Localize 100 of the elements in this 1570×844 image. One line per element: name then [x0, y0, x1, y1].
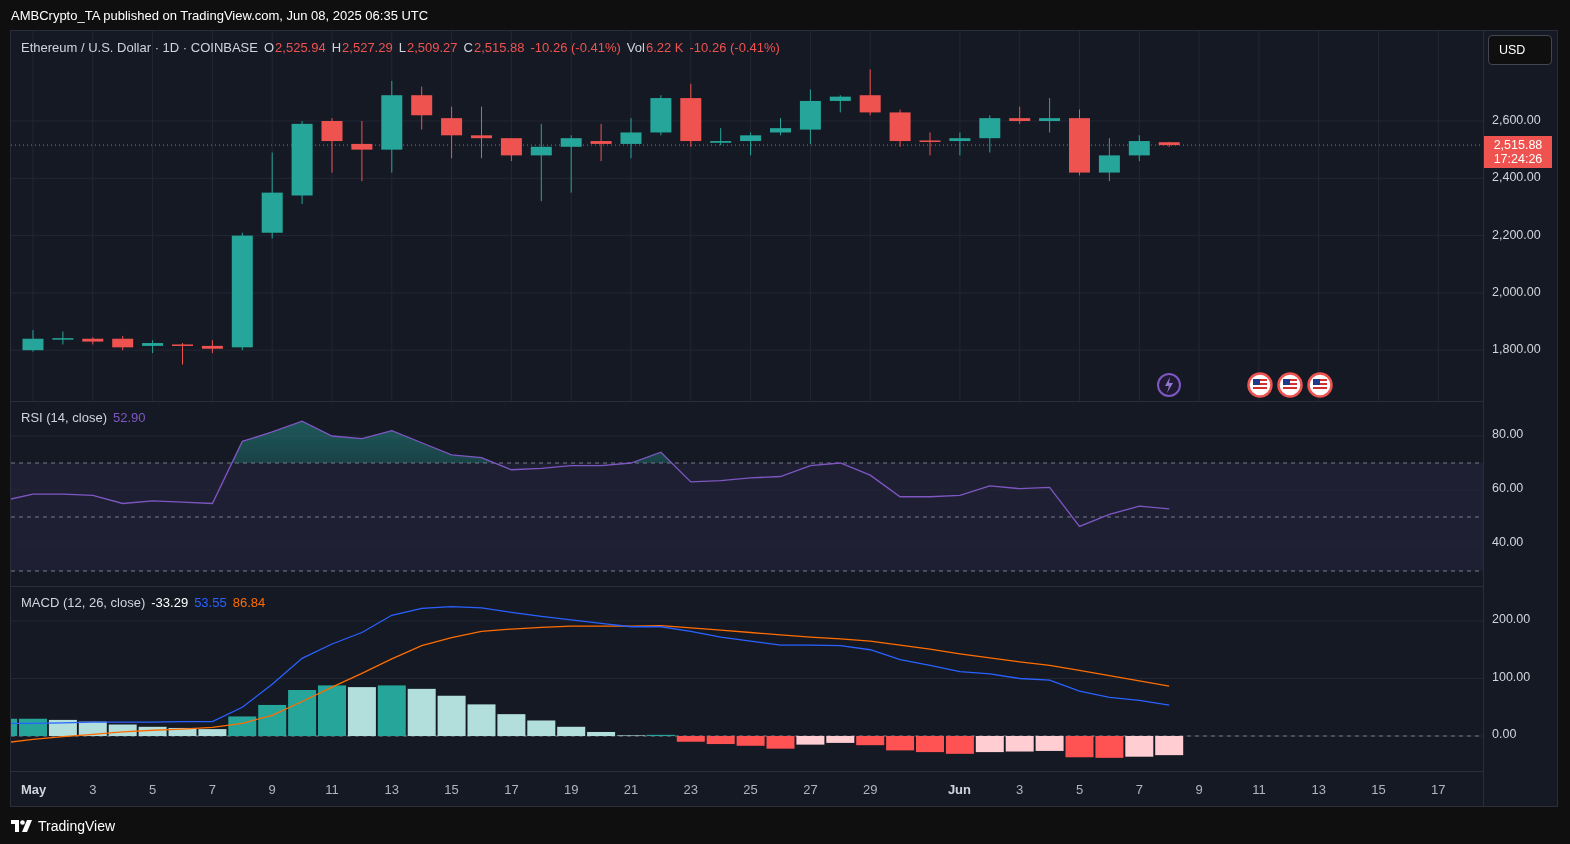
candle	[590, 123, 612, 162]
date-label: 7	[1135, 782, 1143, 797]
candle	[1039, 97, 1061, 133]
signal-value: 86.84	[232, 595, 266, 610]
candle	[471, 106, 492, 159]
ohlc-value: H2,527.29	[331, 40, 393, 55]
candle	[770, 117, 791, 136]
candle	[142, 339, 164, 354]
candle	[979, 114, 1001, 153]
histogram-bar	[1005, 736, 1034, 752]
date-label: 11	[325, 782, 339, 797]
flag-icon[interactable]	[1247, 372, 1273, 398]
rsi-axis-label: 40.00	[1492, 535, 1524, 549]
macd-axis-label: 100.00	[1492, 669, 1531, 684]
symbol-label: Ethereum / U.S. Dollar · 1D · COINBASE	[21, 40, 258, 55]
histogram-bar	[347, 687, 376, 736]
candle	[52, 331, 74, 345]
date-label: 19	[563, 782, 579, 797]
histogram-bar	[945, 736, 974, 754]
price-label: 2,200.00	[1492, 227, 1541, 242]
histogram-bar	[377, 685, 406, 736]
date-label: 23	[683, 782, 699, 797]
histogram-bar	[1155, 736, 1184, 756]
date-label: 29	[862, 782, 878, 797]
date-label: 5	[149, 782, 157, 797]
histogram-bar	[318, 685, 346, 736]
histogram-bar	[138, 726, 167, 736]
logo-icon	[11, 819, 33, 832]
candle	[1128, 134, 1150, 162]
histogram-bar	[1125, 736, 1154, 757]
price-label: 2,000.00	[1492, 284, 1541, 299]
histogram-bar	[48, 719, 77, 736]
rsi-value: 52.90	[113, 410, 146, 425]
ohlc-value: C2,515.88	[463, 40, 525, 55]
date-label: 17	[504, 782, 519, 797]
date-label: Jun	[947, 782, 971, 797]
date-label: 11	[1252, 782, 1266, 797]
candle	[411, 86, 433, 131]
candle	[949, 131, 971, 156]
change-value: -10.26 (-0.41%)	[530, 40, 621, 55]
date-label: 9	[268, 782, 276, 797]
date-label: 13	[384, 782, 400, 797]
rsi-axis-label: 80.00	[1492, 427, 1524, 441]
candle	[829, 94, 851, 113]
price-label: 2,600.00	[1492, 113, 1541, 127]
price-label: 2,400.00	[1492, 170, 1541, 185]
countdown: 17:24:26	[1493, 152, 1543, 166]
date-label: 5	[1075, 782, 1084, 797]
candle	[889, 109, 911, 148]
ohlc-value: L2,509.27	[398, 40, 458, 55]
rsi-axis-label: 60.00	[1492, 481, 1524, 495]
candle	[620, 117, 642, 159]
brand-name: TradingView	[38, 817, 116, 834]
date-label: 7	[208, 782, 216, 797]
candle	[22, 329, 44, 353]
date-label: 27	[803, 782, 818, 797]
histogram-bar	[407, 688, 436, 736]
date-label: 25	[743, 782, 758, 797]
macd-axis-label: 0.00	[1492, 727, 1517, 741]
flag-icon[interactable]	[1307, 372, 1333, 398]
ohlc-value: O2,525.94	[263, 40, 326, 55]
date-label: 3	[89, 782, 97, 797]
candle	[500, 137, 522, 162]
histogram-bar	[736, 736, 765, 746]
candle	[82, 336, 104, 345]
volume-change: -10.26 (-0.41%)	[689, 40, 780, 55]
candle	[710, 127, 732, 146]
candle	[799, 89, 821, 145]
candle	[321, 117, 343, 174]
date-label: 15	[1371, 782, 1386, 797]
publish-line: AMBCrypto_TA published on TradingView.com, Jun 08, 2025 06:35 UTC	[11, 7, 429, 23]
candle	[441, 106, 463, 159]
date-label: 15	[444, 782, 459, 797]
candle	[1009, 106, 1031, 125]
rsi-title: RSI (14, close)	[21, 410, 107, 425]
lightning-icon[interactable]	[1156, 372, 1182, 398]
histogram-bar	[78, 721, 107, 736]
candle	[740, 131, 762, 156]
histogram-bar	[975, 736, 1004, 753]
date-label: 9	[1195, 782, 1203, 797]
macd-axis-label: 200.00	[1492, 612, 1531, 626]
candle	[112, 335, 134, 351]
date-label: 13	[1311, 782, 1326, 797]
currency-button[interactable]: USD	[1488, 35, 1552, 65]
histogram-bar	[168, 727, 197, 736]
candle	[919, 131, 941, 156]
candle	[1069, 109, 1090, 176]
macd-value: 53.55	[194, 595, 227, 610]
macd-title: MACD (12, 26, close)	[21, 595, 146, 610]
candle	[859, 68, 881, 116]
histogram-bar	[916, 736, 944, 753]
candle	[351, 120, 373, 182]
candle	[1098, 137, 1120, 182]
date-label: 3	[1016, 782, 1024, 797]
flag-icon[interactable]	[1277, 372, 1303, 398]
candle	[560, 134, 582, 194]
histogram-value: -33.29	[151, 595, 189, 610]
histogram-bar	[437, 695, 466, 736]
candle	[680, 83, 702, 148]
histogram-bar	[1095, 736, 1124, 758]
